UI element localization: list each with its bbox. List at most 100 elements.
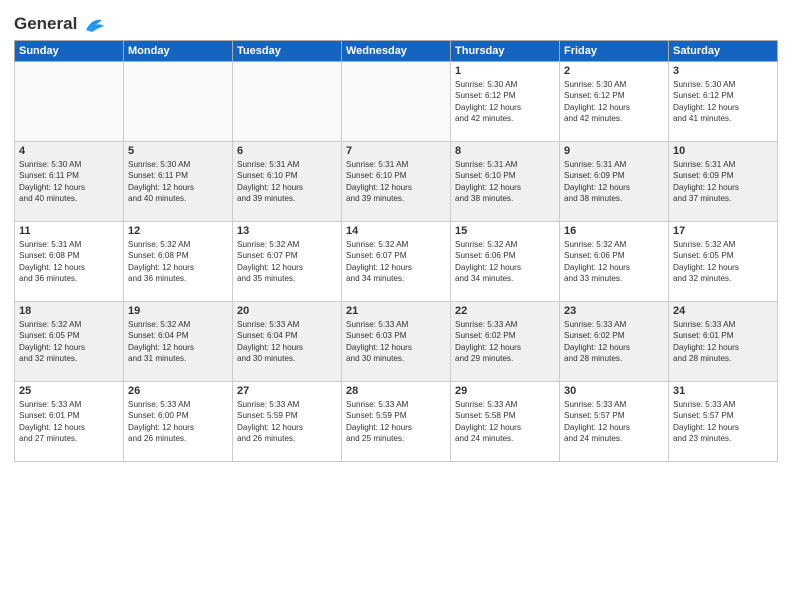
week-row-4: 18 Sunrise: 5:32 AMSunset: 6:05 PMDayligh… <box>15 301 778 381</box>
cal-cell: 13Sunrise: 5:32 AMSunset: 6:07 PMDayligh… <box>233 221 342 301</box>
day-info: Sunrise: 5:31 AMSunset: 6:10 PMDaylight:… <box>455 159 555 205</box>
day-info: Sunrise: 5:33 AMSunset: 6:02 PMDaylight:… <box>455 319 555 365</box>
cal-cell: 16 Sunrise: 5:32 AMSunset: 6:06 PMDayligh… <box>560 221 669 301</box>
cal-cell: 3Sunrise: 5:30 AMSunset: 6:12 PMDaylight… <box>669 61 778 141</box>
week-row-3: 11 Sunrise: 5:31 AMSunset: 6:08 PMDayligh… <box>15 221 778 301</box>
day-number: 27 <box>237 385 337 397</box>
day-info: Sunrise: 5:31 AMSunset: 6:08 PMDaylight:… <box>19 239 119 285</box>
cal-cell: 27 Sunrise: 5:33 AMSunset: 5:59 PMDayligh… <box>233 381 342 461</box>
day-number: 1 <box>455 65 555 77</box>
day-header-wednesday: Wednesday <box>342 40 451 61</box>
day-number: 23 <box>564 305 664 317</box>
day-info: Sunrise: 5:30 AMSunset: 6:11 PMDaylight:… <box>128 159 228 205</box>
cal-cell: 17Sunrise: 5:32 AMSunset: 6:05 PMDayligh… <box>669 221 778 301</box>
day-info: Sunrise: 5:32 AMSunset: 6:05 PMDaylight:… <box>19 319 119 365</box>
day-header-sunday: Sunday <box>15 40 124 61</box>
week-row-5: 25Sunrise: 5:33 AMSunset: 6:01 PMDayligh… <box>15 381 778 461</box>
cal-cell: 30Sunrise: 5:33 AMSunset: 5:57 PMDayligh… <box>560 381 669 461</box>
day-header-tuesday: Tuesday <box>233 40 342 61</box>
logo-bird-icon <box>84 16 106 34</box>
day-number: 19 <box>128 305 228 317</box>
day-info: Sunrise: 5:33 AMSunset: 6:01 PMDaylight:… <box>19 399 119 445</box>
day-number: 24 <box>673 305 773 317</box>
day-number: 3 <box>673 65 773 77</box>
day-info: Sunrise: 5:33 AMSunset: 5:59 PMDaylight:… <box>346 399 446 445</box>
day-header-monday: Monday <box>124 40 233 61</box>
day-number: 5 <box>128 145 228 157</box>
day-number: 12 <box>128 225 228 237</box>
day-info: Sunrise: 5:31 AMSunset: 6:09 PMDaylight:… <box>673 159 773 205</box>
cal-cell <box>15 61 124 141</box>
day-number: 20 <box>237 305 337 317</box>
cal-cell: 7Sunrise: 5:31 AMSunset: 6:10 PMDaylight… <box>342 141 451 221</box>
day-number: 15 <box>455 225 555 237</box>
day-header-thursday: Thursday <box>451 40 560 61</box>
day-number: 30 <box>564 385 664 397</box>
day-number: 22 <box>455 305 555 317</box>
cal-cell: 21Sunrise: 5:33 AMSunset: 6:03 PMDayligh… <box>342 301 451 381</box>
header: General <box>14 10 778 34</box>
logo-general: General <box>14 14 77 33</box>
day-info: Sunrise: 5:32 AMSunset: 6:06 PMDaylight:… <box>564 239 664 285</box>
cal-cell: 20 Sunrise: 5:33 AMSunset: 6:04 PMDayligh… <box>233 301 342 381</box>
cal-cell: 4 Sunrise: 5:30 AMSunset: 6:11 PMDaylight… <box>15 141 124 221</box>
day-number: 8 <box>455 145 555 157</box>
day-info: Sunrise: 5:30 AMSunset: 6:11 PMDaylight:… <box>19 159 119 205</box>
cal-cell: 26Sunrise: 5:33 AMSunset: 6:00 PMDayligh… <box>124 381 233 461</box>
day-info: Sunrise: 5:32 AMSunset: 6:07 PMDaylight:… <box>346 239 446 285</box>
day-number: 18 <box>19 305 119 317</box>
day-number: 10 <box>673 145 773 157</box>
day-number: 26 <box>128 385 228 397</box>
day-info: Sunrise: 5:33 AMSunset: 5:59 PMDaylight:… <box>237 399 337 445</box>
cal-cell: 11 Sunrise: 5:31 AMSunset: 6:08 PMDayligh… <box>15 221 124 301</box>
day-info: Sunrise: 5:33 AMSunset: 6:02 PMDaylight:… <box>564 319 664 365</box>
cal-cell: 15 Sunrise: 5:32 AMSunset: 6:06 PMDayligh… <box>451 221 560 301</box>
cal-cell: 18 Sunrise: 5:32 AMSunset: 6:05 PMDayligh… <box>15 301 124 381</box>
cal-cell: 2 Sunrise: 5:30 AMSunset: 6:12 PMDaylight… <box>560 61 669 141</box>
day-info: Sunrise: 5:31 AMSunset: 6:09 PMDaylight:… <box>564 159 664 205</box>
day-info: Sunrise: 5:33 AMSunset: 6:04 PMDaylight:… <box>237 319 337 365</box>
day-number: 16 <box>564 225 664 237</box>
cal-cell: 24 Sunrise: 5:33 AMSunset: 6:01 PMDayligh… <box>669 301 778 381</box>
day-info: Sunrise: 5:33 AMSunset: 6:01 PMDaylight:… <box>673 319 773 365</box>
cal-cell: 19Sunrise: 5:32 AMSunset: 6:04 PMDayligh… <box>124 301 233 381</box>
cal-cell: 23 Sunrise: 5:33 AMSunset: 6:02 PMDayligh… <box>560 301 669 381</box>
cal-cell <box>124 61 233 141</box>
day-number: 4 <box>19 145 119 157</box>
day-number: 13 <box>237 225 337 237</box>
cal-cell: 22 Sunrise: 5:33 AMSunset: 6:02 PMDayligh… <box>451 301 560 381</box>
cal-cell: 10 Sunrise: 5:31 AMSunset: 6:09 PMDayligh… <box>669 141 778 221</box>
cal-cell: 8 Sunrise: 5:31 AMSunset: 6:10 PMDaylight… <box>451 141 560 221</box>
day-info: Sunrise: 5:30 AMSunset: 6:12 PMDaylight:… <box>564 79 664 125</box>
cal-cell: 1 Sunrise: 5:30 AMSunset: 6:12 PMDaylight… <box>451 61 560 141</box>
cal-cell: 31 Sunrise: 5:33 AMSunset: 5:57 PMDayligh… <box>669 381 778 461</box>
day-number: 9 <box>564 145 664 157</box>
day-info: Sunrise: 5:32 AMSunset: 6:05 PMDaylight:… <box>673 239 773 285</box>
day-number: 2 <box>564 65 664 77</box>
week-row-1: 1 Sunrise: 5:30 AMSunset: 6:12 PMDaylight… <box>15 61 778 141</box>
day-info: Sunrise: 5:31 AMSunset: 6:10 PMDaylight:… <box>237 159 337 205</box>
day-info: Sunrise: 5:33 AMSunset: 5:57 PMDaylight:… <box>673 399 773 445</box>
day-number: 11 <box>19 225 119 237</box>
day-info: Sunrise: 5:30 AMSunset: 6:12 PMDaylight:… <box>455 79 555 125</box>
day-header-saturday: Saturday <box>669 40 778 61</box>
day-number: 21 <box>346 305 446 317</box>
calendar-header-row: SundayMondayTuesdayWednesdayThursdayFrid… <box>15 40 778 61</box>
cal-cell: 25Sunrise: 5:33 AMSunset: 6:01 PMDayligh… <box>15 381 124 461</box>
cal-cell: 14 Sunrise: 5:32 AMSunset: 6:07 PMDayligh… <box>342 221 451 301</box>
calendar-table: SundayMondayTuesdayWednesdayThursdayFrid… <box>14 40 778 462</box>
day-number: 6 <box>237 145 337 157</box>
day-info: Sunrise: 5:32 AMSunset: 6:06 PMDaylight:… <box>455 239 555 285</box>
day-info: Sunrise: 5:32 AMSunset: 6:08 PMDaylight:… <box>128 239 228 285</box>
cal-cell <box>342 61 451 141</box>
day-number: 31 <box>673 385 773 397</box>
calendar-body: 1 Sunrise: 5:30 AMSunset: 6:12 PMDaylight… <box>15 61 778 461</box>
cal-cell: 5 Sunrise: 5:30 AMSunset: 6:11 PMDaylight… <box>124 141 233 221</box>
cal-cell: 29 Sunrise: 5:33 AMSunset: 5:58 PMDayligh… <box>451 381 560 461</box>
cal-cell: 6 Sunrise: 5:31 AMSunset: 6:10 PMDaylight… <box>233 141 342 221</box>
day-number: 29 <box>455 385 555 397</box>
day-info: Sunrise: 5:33 AMSunset: 5:58 PMDaylight:… <box>455 399 555 445</box>
cal-cell: 9 Sunrise: 5:31 AMSunset: 6:09 PMDaylight… <box>560 141 669 221</box>
day-number: 28 <box>346 385 446 397</box>
day-number: 14 <box>346 225 446 237</box>
